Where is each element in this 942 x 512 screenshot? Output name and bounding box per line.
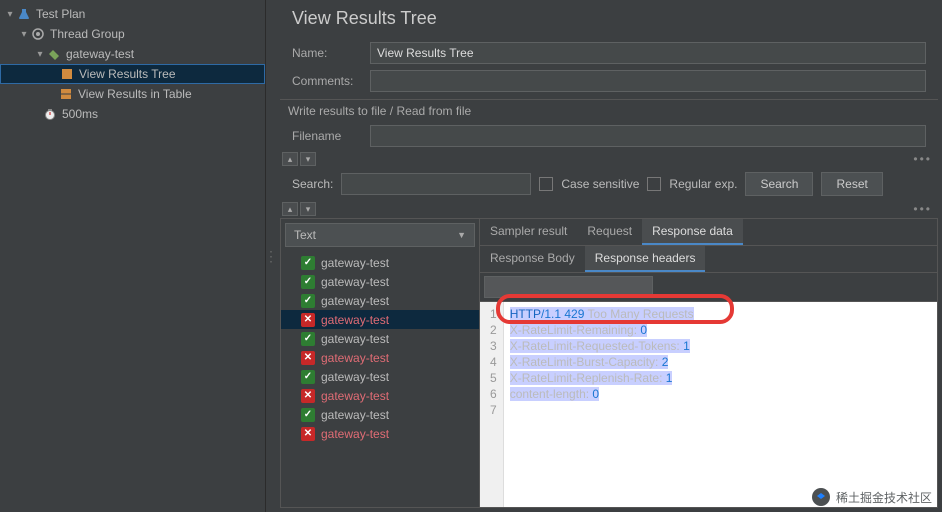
result-item-label: gateway-test (321, 427, 389, 441)
tab-response-data[interactable]: Response data (642, 219, 743, 245)
result-list: ✓gateway-test✓gateway-test✓gateway-test✕… (281, 251, 479, 507)
result-item-label: gateway-test (321, 389, 389, 403)
search-input[interactable] (341, 173, 531, 195)
flask-icon (16, 6, 32, 22)
tree-item-label: gateway-test (66, 47, 134, 61)
juejin-icon (812, 488, 830, 506)
filename-input[interactable] (370, 125, 926, 147)
success-icon: ✓ (301, 294, 315, 308)
chevron-down-icon: ▼ (457, 230, 466, 240)
comments-label: Comments: (292, 74, 362, 88)
case-sensitive-label: Case sensitive (561, 177, 639, 191)
result-item[interactable]: ✓ gateway-test (281, 272, 479, 291)
reset-button[interactable]: Reset (821, 172, 882, 196)
comments-input[interactable] (370, 70, 926, 92)
more-icon[interactable]: ••• (913, 202, 942, 216)
tab-request[interactable]: Request (577, 219, 642, 245)
expand-icon: ▾ (4, 9, 16, 20)
regex-label: Regular exp. (669, 177, 737, 191)
result-item[interactable]: ✕ gateway-test (281, 348, 479, 367)
timer-icon (42, 106, 58, 122)
tab-sampler-result[interactable]: Sampler result (480, 219, 577, 245)
tree-item-label: View Results Tree (79, 67, 176, 81)
tree-item-test-plan[interactable]: ▾ Test Plan (0, 4, 265, 24)
detail-pane: Sampler result Request Response data Res… (480, 218, 938, 508)
result-item[interactable]: ✕ gateway-test (281, 310, 479, 329)
tree-item-gateway-test[interactable]: ▾ gateway-test (0, 44, 265, 64)
result-item[interactable]: ✕ gateway-test (281, 386, 479, 405)
test-plan-tree: ▾ Test Plan ▾ Thread Group ▾ gateway-tes… (0, 0, 266, 512)
success-icon: ✓ (301, 256, 315, 270)
tree-item-label: Test Plan (36, 7, 85, 21)
section-collapse-2[interactable]: ▴▾ (276, 200, 322, 218)
tree-item-view-results-tree[interactable]: View Results Tree (0, 64, 265, 84)
tree-item-timer[interactable]: 500ms (0, 104, 265, 124)
main-panel: View Results Tree Name: Comments: Write … (276, 0, 942, 512)
error-icon: ✕ (301, 427, 315, 441)
result-item-label: gateway-test (321, 313, 389, 327)
results-table-icon (58, 86, 74, 102)
result-item[interactable]: ✓ gateway-test (281, 329, 479, 348)
response-headers-view[interactable]: 1234567 HTTP/1.1 429 Too Many Requests X… (480, 302, 937, 507)
result-item-label: gateway-test (321, 332, 389, 346)
subtab-response-body[interactable]: Response Body (480, 246, 585, 272)
tree-item-label: 500ms (62, 107, 98, 121)
splitter-vertical[interactable]: ⋮ (266, 0, 276, 512)
name-label: Name: (292, 46, 362, 60)
result-item[interactable]: ✕ gateway-test (281, 424, 479, 443)
result-item-label: gateway-test (321, 370, 389, 384)
error-icon: ✕ (301, 351, 315, 365)
result-item-label: gateway-test (321, 256, 389, 270)
name-input[interactable] (370, 42, 926, 64)
search-label: Search: (292, 177, 333, 191)
success-icon: ✓ (301, 408, 315, 422)
section-collapse[interactable]: ▴▾ (276, 150, 322, 168)
tree-item-label: Thread Group (50, 27, 125, 41)
results-tree-icon (59, 66, 75, 82)
success-icon: ✓ (301, 332, 315, 346)
result-item-label: gateway-test (321, 275, 389, 289)
gear-icon (30, 26, 46, 42)
result-item-label: gateway-test (321, 408, 389, 422)
more-icon[interactable]: ••• (913, 152, 942, 166)
subtab-response-headers[interactable]: Response headers (585, 246, 706, 272)
error-icon: ✕ (301, 389, 315, 403)
tree-item-view-results-table[interactable]: View Results in Table (0, 84, 265, 104)
case-sensitive-checkbox[interactable] (539, 177, 553, 191)
result-item[interactable]: ✓ gateway-test (281, 291, 479, 310)
success-icon: ✓ (301, 275, 315, 289)
result-item[interactable]: ✓ gateway-test (281, 253, 479, 272)
search-button[interactable]: Search (745, 172, 813, 196)
filename-label: Filename (292, 129, 362, 143)
panel-title: View Results Tree (276, 0, 942, 39)
result-item-label: gateway-test (321, 294, 389, 308)
response-filter-input[interactable] (484, 276, 653, 298)
file-section-label: Write results to file / Read from file (280, 99, 938, 122)
renderer-combo[interactable]: Text ▼ (285, 223, 475, 247)
tree-item-label: View Results in Table (78, 87, 192, 101)
result-item-label: gateway-test (321, 351, 389, 365)
success-icon: ✓ (301, 370, 315, 384)
results-pane: Text ▼ ✓ gateway-test ✓ gateway-test ✓ gatewa… (280, 218, 480, 508)
result-item[interactable]: ✓ gateway-test (281, 367, 479, 386)
error-icon: ✕ (301, 313, 315, 327)
expand-icon: ▾ (18, 29, 30, 40)
sampler-icon (46, 46, 62, 62)
result-item[interactable]: ✓ gateway-test (281, 405, 479, 424)
renderer-value: Text (294, 228, 316, 242)
watermark: 稀土掘金技术社区 (812, 488, 932, 506)
regex-checkbox[interactable] (647, 177, 661, 191)
expand-icon: ▾ (34, 49, 46, 60)
tree-item-thread-group[interactable]: ▾ Thread Group (0, 24, 265, 44)
